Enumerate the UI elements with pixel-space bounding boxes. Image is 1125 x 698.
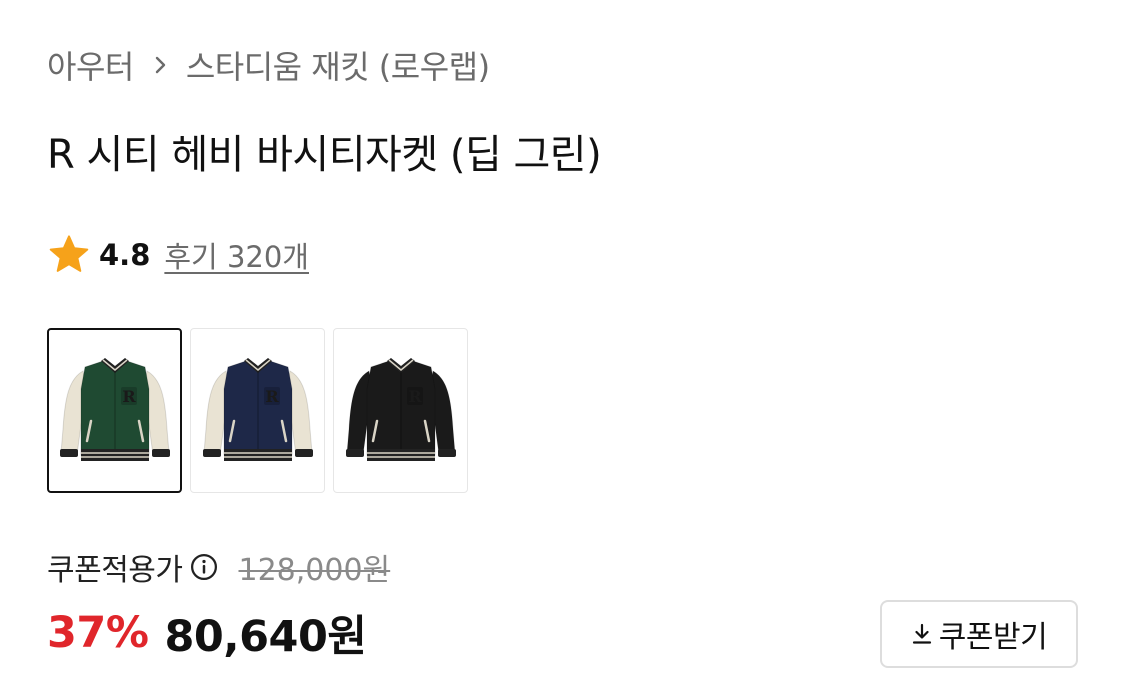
jacket-image: R <box>202 357 313 461</box>
rating-score: 4.8 <box>99 238 151 272</box>
chevron-right-icon <box>154 53 168 77</box>
color-thumbnails: R R R <box>47 328 468 493</box>
discount-rate: 37% <box>47 608 149 658</box>
thumbnail-black[interactable]: R <box>333 328 468 493</box>
coupon-price-row: 쿠폰적용가 128,000원 <box>47 545 390 589</box>
get-coupon-label: 쿠폰받기 <box>938 620 1048 655</box>
reviews-link[interactable]: 후기 320개 <box>164 234 309 276</box>
get-coupon-button[interactable]: 쿠폰받기 <box>880 600 1078 668</box>
breadcrumb-current[interactable]: 스타디움 재킷 (로우랩) <box>186 42 490 88</box>
star-icon <box>47 233 91 277</box>
rating-row: 4.8 후기 320개 <box>47 231 309 279</box>
jacket-image: R <box>59 357 170 461</box>
info-icon[interactable] <box>189 552 219 582</box>
final-price: 80,640원 <box>164 612 367 662</box>
svg-text:R: R <box>265 387 279 406</box>
breadcrumb-parent[interactable]: 아우터 <box>47 42 134 88</box>
final-price-row: 37% 80,640원 <box>47 603 367 663</box>
breadcrumb: 아우터 스타디움 재킷 (로우랩) <box>47 40 490 90</box>
coupon-price-label: 쿠폰적용가 <box>47 553 183 588</box>
original-price: 128,000원 <box>238 553 391 588</box>
svg-text:R: R <box>122 387 136 406</box>
download-icon <box>911 622 933 646</box>
jacket-image: R <box>345 357 456 461</box>
thumbnail-navy[interactable]: R <box>190 328 325 493</box>
thumbnail-green[interactable]: R <box>47 328 182 493</box>
product-title: R 시티 헤비 바시티자켓 (딥 그린) <box>47 132 602 178</box>
svg-text:R: R <box>408 387 422 406</box>
